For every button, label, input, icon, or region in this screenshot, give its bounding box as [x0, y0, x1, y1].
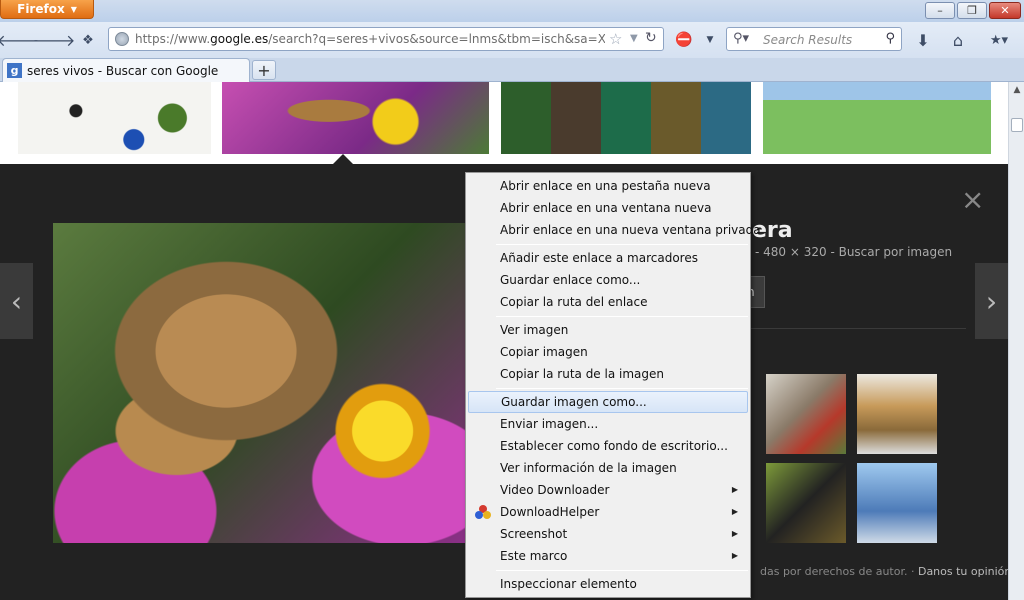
- tab-bar: g seres vivos - Buscar con Google +: [0, 58, 1024, 82]
- downloadhelper-icon: [475, 505, 491, 519]
- noscript-icon[interactable]: ⛔: [674, 30, 694, 50]
- result-thumbnail[interactable]: [18, 82, 211, 154]
- copyright-text: das por derechos de autor. ·: [760, 565, 915, 578]
- navigation-toolbar: 🡐 🡒 ❖ https://www.google.es/search?q=ser…: [0, 22, 1024, 58]
- result-thumbnail[interactable]: [501, 82, 751, 154]
- preview-image[interactable]: [53, 223, 465, 543]
- forward-icon[interactable]: 🡒: [33, 30, 76, 50]
- menu-item-bookmark-link[interactable]: Añadir este enlace a marcadores: [468, 247, 748, 269]
- related-image[interactable]: [766, 463, 846, 543]
- menu-separator: [496, 388, 748, 389]
- tab-google-search[interactable]: g seres vivos - Buscar con Google: [2, 58, 250, 82]
- menu-item-copy-link-location[interactable]: Copiar la ruta del enlace: [468, 291, 748, 313]
- firefox-menu-button[interactable]: Firefox ▼: [0, 0, 94, 19]
- menu-item-screenshot[interactable]: Screenshot ▶: [468, 523, 748, 545]
- dropdown-icon[interactable]: ▼: [700, 30, 720, 50]
- result-thumbnail-selected[interactable]: [222, 82, 489, 154]
- bookmark-star-icon[interactable]: ☆: [609, 30, 622, 48]
- menu-separator: [496, 570, 748, 571]
- menu-item-this-frame[interactable]: Este marco ▶: [468, 545, 748, 567]
- related-image[interactable]: [857, 374, 937, 454]
- search-engine-icon[interactable]: ⚲▾: [733, 31, 749, 46]
- site-identity-icon[interactable]: [115, 32, 129, 46]
- menu-item-save-image-as[interactable]: Guardar imagen como...: [468, 391, 748, 413]
- next-image-icon[interactable]: ›: [975, 263, 1008, 339]
- menu-item-copy-image[interactable]: Copiar imagen: [468, 341, 748, 363]
- title-bar: Firefox ▼ – ❐ ✕: [0, 0, 1024, 22]
- menu-item-video-downloader[interactable]: Video Downloader ▶: [468, 479, 748, 501]
- selected-pointer: [333, 154, 353, 164]
- menu-item-open-link-new-window[interactable]: Abrir enlace en una ventana nueva: [468, 197, 748, 219]
- url-dropdown-icon[interactable]: ▼: [630, 33, 638, 44]
- submenu-arrow-icon: ▶: [731, 529, 738, 538]
- submenu-arrow-icon: ▶: [731, 485, 738, 494]
- close-preview-icon[interactable]: ×: [961, 186, 984, 214]
- chevron-down-icon: ▼: [70, 4, 77, 14]
- menu-separator: [496, 244, 748, 245]
- submenu-arrow-icon: ▶: [731, 551, 738, 560]
- google-favicon-icon: g: [7, 63, 22, 78]
- menu-item-downloadhelper[interactable]: DownloadHelper ▶: [468, 501, 748, 523]
- tab-title: seres vivos - Buscar con Google: [27, 64, 219, 78]
- scrollbar-thumb[interactable]: [1011, 118, 1023, 132]
- search-placeholder: Search Results: [763, 33, 853, 47]
- url-text[interactable]: https://www.google.es/search?q=seres+viv…: [135, 32, 605, 46]
- result-thumbnail[interactable]: [763, 82, 991, 154]
- context-menu: Abrir enlace en una pestaña nueva Abrir …: [465, 172, 761, 598]
- menu-separator: [496, 316, 748, 317]
- back-icon[interactable]: 🡐: [0, 30, 39, 50]
- addon-icon[interactable]: ❖: [78, 30, 98, 50]
- menu-item-save-link-as[interactable]: Guardar enlace como...: [468, 269, 748, 291]
- bookmarks-menu-icon[interactable]: ★▾: [984, 30, 1014, 50]
- search-box[interactable]: ⚲▾ Search Results ⚲: [726, 27, 902, 51]
- menu-item-send-image[interactable]: Enviar imagen...: [468, 413, 748, 435]
- firefox-menu-label: Firefox: [17, 2, 65, 16]
- home-icon[interactable]: ⌂: [948, 30, 968, 50]
- new-tab-button[interactable]: +: [252, 60, 276, 80]
- scroll-up-icon[interactable]: ▲: [1009, 82, 1024, 98]
- vertical-scrollbar[interactable]: ▲: [1008, 82, 1024, 600]
- menu-item-view-image[interactable]: Ver imagen: [468, 319, 748, 341]
- menu-item-inspect-element[interactable]: Inspeccionar elemento: [468, 573, 748, 595]
- download-icon[interactable]: ⬇: [913, 30, 933, 50]
- copyright-footer: das por derechos de autor. · Danos tu op…: [760, 565, 1011, 578]
- url-bar[interactable]: https://www.google.es/search?q=seres+viv…: [108, 27, 664, 51]
- divider: [750, 328, 966, 329]
- submenu-arrow-icon: ▶: [731, 507, 738, 516]
- menu-item-open-link-private-window[interactable]: Abrir enlace en una nueva ventana privad…: [468, 219, 761, 241]
- menu-item-copy-image-location[interactable]: Copiar la ruta de la imagen: [468, 363, 748, 385]
- image-info: - 480 × 320 - Buscar por imagen: [755, 245, 953, 259]
- previous-image-icon[interactable]: ‹: [0, 263, 33, 339]
- search-icon[interactable]: ⚲: [885, 31, 895, 46]
- related-image[interactable]: [766, 374, 846, 454]
- menu-item-view-image-info[interactable]: Ver información de la imagen: [468, 457, 748, 479]
- close-window-button[interactable]: ✕: [989, 2, 1021, 19]
- minimize-button[interactable]: –: [925, 2, 955, 19]
- reload-icon[interactable]: ↻: [645, 30, 657, 46]
- menu-item-open-link-new-tab[interactable]: Abrir enlace en una pestaña nueva: [468, 175, 748, 197]
- menu-item-set-desktop-background[interactable]: Establecer como fondo de escritorio...: [468, 435, 748, 457]
- related-image[interactable]: [857, 463, 937, 543]
- restore-button[interactable]: ❐: [957, 2, 987, 19]
- feedback-link[interactable]: Danos tu opinión: [918, 565, 1011, 578]
